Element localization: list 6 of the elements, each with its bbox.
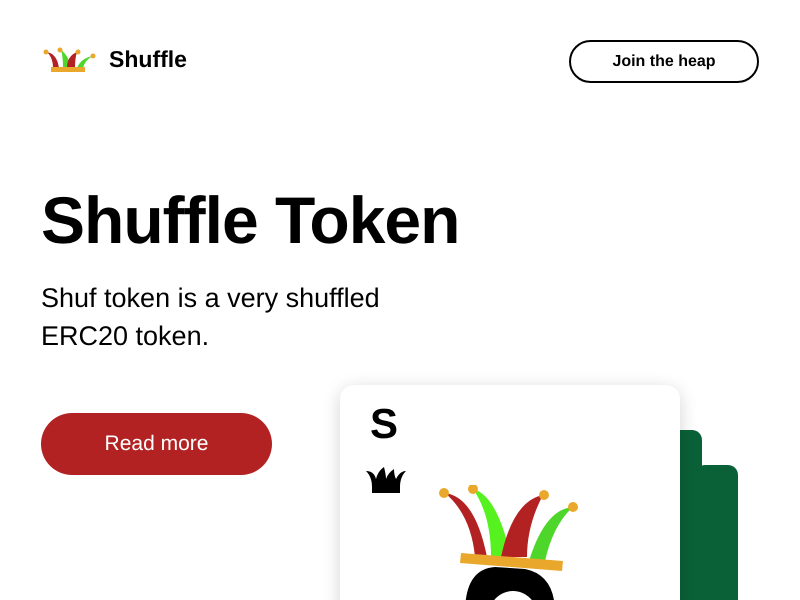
join-button[interactable]: Join the heap	[569, 40, 759, 83]
hero-subtitle: Shuf token is a very shuffled ERC20 token.	[41, 282, 381, 353]
card-rank: S	[370, 403, 398, 445]
brand-name: Shuffle	[109, 46, 187, 73]
hero-title: Shuffle Token	[41, 187, 460, 253]
read-more-button[interactable]: Read more	[41, 413, 272, 475]
